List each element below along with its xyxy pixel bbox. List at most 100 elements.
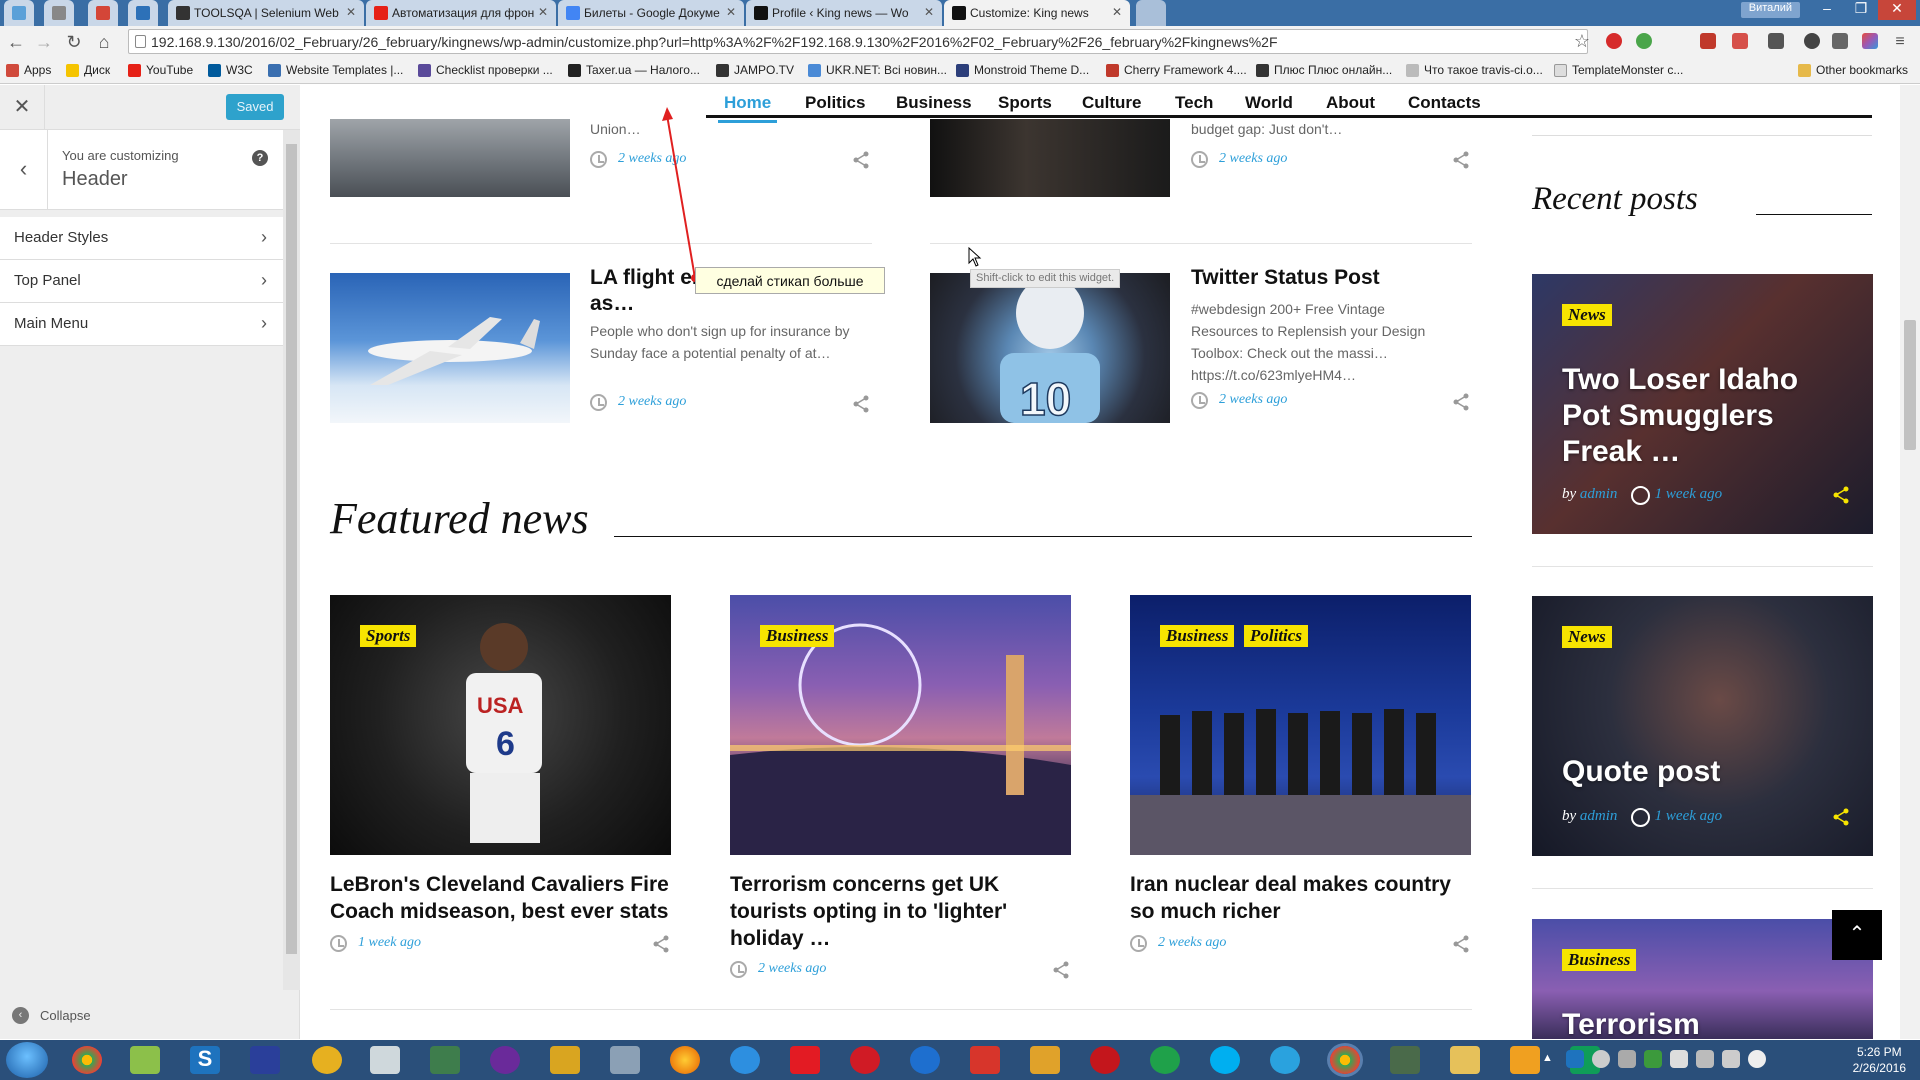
vivaldi-icon[interactable] bbox=[970, 1046, 1000, 1074]
bookmark-monstroid[interactable]: Monstroid Theme D... bbox=[956, 63, 1089, 77]
close-icon[interactable]: ✕ bbox=[346, 5, 356, 19]
star-icon[interactable]: ☆ bbox=[1572, 31, 1592, 51]
close-window-icon[interactable]: ✕ bbox=[1878, 0, 1916, 20]
extension-icon[interactable] bbox=[1636, 33, 1652, 49]
color-icon[interactable] bbox=[1862, 33, 1878, 49]
section-header-styles[interactable]: Header Styles › bbox=[0, 217, 283, 260]
category-tag[interactable]: Business bbox=[760, 625, 835, 647]
bookmark-apps[interactable]: Apps bbox=[6, 63, 51, 77]
date-link[interactable]: 1 week ago bbox=[1629, 486, 1722, 502]
profile-chip[interactable]: Виталий bbox=[1740, 2, 1800, 18]
article-date[interactable]: 2 weeks ago bbox=[590, 394, 686, 411]
card-title[interactable]: Terrorism bbox=[1562, 1007, 1852, 1039]
category-tag[interactable]: News bbox=[1562, 304, 1612, 326]
back-icon[interactable]: ‹ bbox=[0, 130, 48, 210]
share-icon[interactable] bbox=[1452, 935, 1470, 953]
media-app-icon[interactable] bbox=[490, 1046, 520, 1074]
scrollbar-thumb[interactable] bbox=[286, 144, 297, 954]
recent-post-card[interactable]: Business Terrorism bbox=[1532, 919, 1873, 1039]
nav-contacts[interactable]: Contacts bbox=[1408, 93, 1481, 113]
author-link[interactable]: admin bbox=[1580, 486, 1618, 502]
article-date[interactable]: 2 weeks ago bbox=[1191, 392, 1287, 409]
article-image[interactable] bbox=[330, 273, 570, 423]
s-app-icon[interactable]: S bbox=[190, 1046, 220, 1074]
featured-title[interactable]: Terrorism concerns get UK tourists optin… bbox=[730, 871, 1050, 952]
featured-title[interactable]: Iran nuclear deal makes country so much … bbox=[1130, 871, 1475, 925]
nav-politics[interactable]: Politics bbox=[805, 93, 865, 113]
minimize-icon[interactable]: – bbox=[1812, 0, 1842, 20]
extension-icon[interactable] bbox=[1732, 33, 1748, 49]
reload-icon[interactable]: ↻ bbox=[64, 32, 84, 52]
collapse-button[interactable]: ‹ Collapse bbox=[12, 1007, 91, 1024]
anydesk-icon[interactable] bbox=[1090, 1046, 1120, 1074]
network-app-icon[interactable] bbox=[430, 1046, 460, 1074]
tab-google-docs[interactable]: Билеты - Google Докуме ✕ bbox=[558, 0, 744, 26]
tray-network-icon[interactable] bbox=[1696, 1050, 1714, 1068]
save-app-icon[interactable] bbox=[250, 1046, 280, 1074]
section-top-panel[interactable]: Top Panel › bbox=[0, 260, 283, 303]
category-tag[interactable]: Business bbox=[1160, 625, 1235, 647]
tray-volume-icon[interactable] bbox=[1722, 1050, 1740, 1068]
tray-flag-icon[interactable] bbox=[1670, 1050, 1688, 1068]
tab-youtube[interactable]: Автоматизация для фрон ✕ bbox=[366, 0, 556, 26]
preview-scrollbar[interactable] bbox=[1900, 85, 1920, 1039]
nav-tech[interactable]: Tech bbox=[1175, 93, 1213, 113]
bookmark-templatemonster[interactable]: TemplateMonster c... bbox=[1554, 63, 1683, 77]
author-link[interactable]: admin bbox=[1580, 808, 1618, 824]
ie-icon[interactable] bbox=[730, 1046, 760, 1074]
share-icon[interactable] bbox=[652, 935, 670, 953]
bookmark-other[interactable]: Other bookmarks bbox=[1798, 63, 1908, 77]
close-icon[interactable]: ✕ bbox=[0, 85, 45, 130]
chrome-icon[interactable] bbox=[72, 1046, 102, 1074]
category-tag[interactable]: Sports bbox=[360, 625, 417, 647]
telegram-icon[interactable] bbox=[1270, 1046, 1300, 1074]
nav-sports[interactable]: Sports bbox=[998, 93, 1052, 113]
calculator-icon[interactable] bbox=[370, 1046, 400, 1074]
share-icon[interactable] bbox=[1052, 961, 1070, 979]
skype-icon[interactable] bbox=[1210, 1046, 1240, 1074]
tray-s-icon[interactable] bbox=[1566, 1050, 1584, 1068]
customizer-scrollbar[interactable] bbox=[283, 130, 300, 990]
warning-app-icon[interactable] bbox=[312, 1046, 342, 1074]
close-icon[interactable]: ✕ bbox=[726, 5, 736, 19]
bookmark-jampo[interactable]: JAMPO.TV bbox=[716, 63, 794, 77]
url-input[interactable]: 192.168.9.130/2016/02_February/26_februa… bbox=[128, 29, 1588, 54]
notepad-icon[interactable] bbox=[130, 1046, 160, 1074]
start-button[interactable] bbox=[6, 1042, 48, 1078]
article-date[interactable]: 2 weeks ago bbox=[1191, 151, 1287, 168]
card-title[interactable]: Two Loser Idaho Pot Smugglers Freak … bbox=[1562, 362, 1852, 470]
tray-expand-icon[interactable]: ▲ bbox=[1542, 1052, 1556, 1066]
browser-app-icon[interactable] bbox=[910, 1046, 940, 1074]
card-title[interactable]: Quote post bbox=[1562, 754, 1852, 790]
tab-pinned-4[interactable] bbox=[128, 0, 158, 26]
close-icon[interactable]: ✕ bbox=[924, 5, 934, 19]
bookmark-cherry[interactable]: Cherry Framework 4.... bbox=[1106, 63, 1247, 77]
s-green-icon[interactable] bbox=[1150, 1046, 1180, 1074]
scroll-to-top-button[interactable]: ⌃ bbox=[1832, 910, 1882, 960]
bookmark-youtube[interactable]: YouTube bbox=[128, 63, 193, 77]
s-editor-icon[interactable] bbox=[550, 1046, 580, 1074]
nav-about[interactable]: About bbox=[1326, 93, 1375, 113]
tab-toolsqa[interactable]: TOOLSQA | Selenium Web ✕ bbox=[168, 0, 364, 26]
nav-business[interactable]: Business bbox=[896, 93, 972, 113]
share-icon[interactable] bbox=[1452, 151, 1470, 169]
maximize-icon[interactable]: ❐ bbox=[1846, 0, 1876, 20]
system-clock[interactable]: 5:26 PM 2/26/2016 bbox=[1853, 1044, 1906, 1076]
recent-post-card[interactable]: News Two Loser Idaho Pot Smugglers Freak… bbox=[1532, 274, 1873, 534]
bookmark-w3c[interactable]: W3C bbox=[208, 63, 253, 77]
tab-pinned-2[interactable] bbox=[44, 0, 74, 26]
tray-app-icon[interactable] bbox=[1644, 1050, 1662, 1068]
share-icon[interactable] bbox=[1832, 808, 1850, 826]
category-tag[interactable]: Politics bbox=[1244, 625, 1308, 647]
chart-app-icon[interactable] bbox=[1030, 1046, 1060, 1074]
featured-image[interactable]: USA 6 Sports bbox=[330, 595, 671, 855]
saved-button[interactable]: Saved bbox=[226, 94, 284, 120]
tab-profile[interactable]: Profile ‹ King news — Wo ✕ bbox=[746, 0, 942, 26]
date-link[interactable]: 1 week ago bbox=[1629, 808, 1722, 824]
menu-icon[interactable]: ≡ bbox=[1892, 33, 1908, 50]
firefox-icon[interactable] bbox=[670, 1046, 700, 1074]
featured-title[interactable]: LeBron's Cleveland Cavaliers Fire Coach … bbox=[330, 871, 675, 925]
tray-app-icon[interactable] bbox=[1748, 1050, 1766, 1068]
share-icon[interactable] bbox=[1452, 393, 1470, 411]
opera-icon[interactable] bbox=[1606, 33, 1622, 49]
